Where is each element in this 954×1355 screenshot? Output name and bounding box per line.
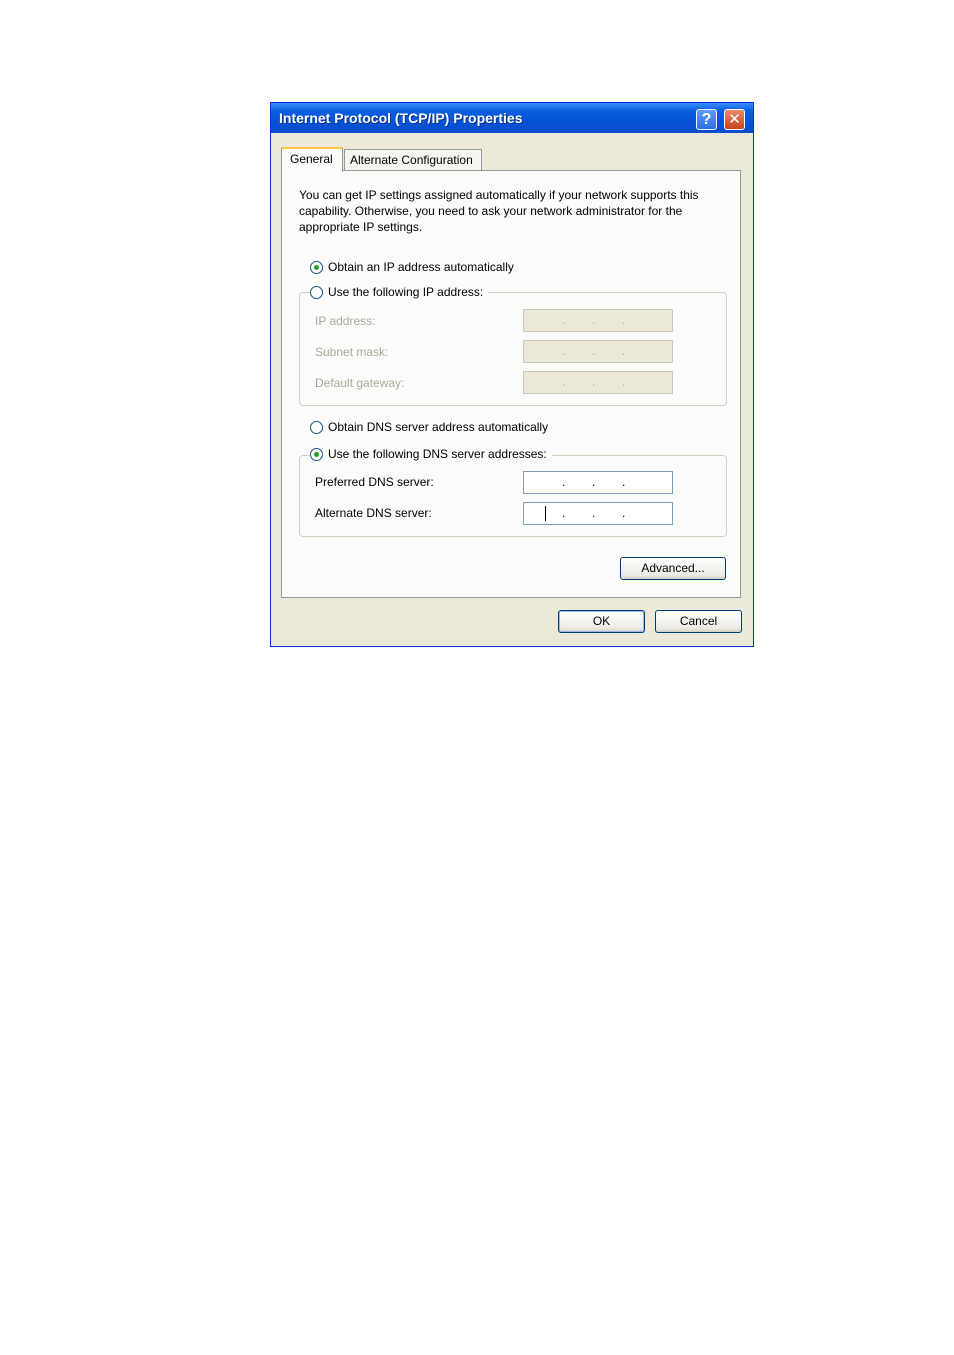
window-title: Internet Protocol (TCP/IP) Properties (279, 110, 523, 126)
default-gateway-value: . . . (562, 375, 626, 389)
alternate-dns-input[interactable]: . . . (523, 502, 673, 525)
ip-address-label: IP address: (315, 314, 376, 328)
obtain-ip-auto-radio[interactable] (310, 261, 323, 274)
close-button[interactable]: ✕ (724, 109, 745, 130)
obtain-dns-auto-option[interactable]: Obtain DNS server address automatically (310, 419, 554, 435)
tcpip-properties-dialog: Internet Protocol (TCP/IP) Properties ? … (270, 102, 754, 647)
use-following-ip-label: Use the following IP address: (328, 285, 484, 299)
obtain-ip-auto-label: Obtain an IP address automatically (328, 260, 514, 274)
use-following-dns-label: Use the following DNS server addresses: (328, 447, 547, 461)
ok-button[interactable]: OK (558, 610, 645, 633)
obtain-dns-auto-label: Obtain DNS server address automatically (328, 420, 549, 434)
alternate-dns-label: Alternate DNS server: (315, 506, 432, 520)
help-button[interactable]: ? (696, 109, 717, 130)
use-following-ip-option[interactable]: Use the following IP address: (310, 284, 489, 300)
subnet-mask-label: Subnet mask: (315, 345, 389, 359)
preferred-dns-input[interactable]: . . . (523, 471, 673, 494)
text-caret (545, 506, 546, 521)
ip-address-input[interactable]: . . . (523, 309, 673, 332)
cancel-button[interactable]: Cancel (655, 610, 742, 633)
default-gateway-label: Default gateway: (315, 376, 405, 390)
advanced-button[interactable]: Advanced... (620, 557, 726, 580)
tab-alternate-configuration[interactable]: Alternate Configuration (344, 149, 482, 171)
subnet-mask-value: . . . (562, 344, 626, 358)
tab-general[interactable]: General (281, 147, 343, 172)
use-following-dns-radio[interactable] (310, 448, 323, 461)
intro-text: You can get IP settings assigned automat… (299, 188, 699, 234)
alternate-dns-separators: . . . (562, 506, 626, 520)
obtain-ip-auto-option[interactable]: Obtain an IP address automatically (310, 259, 519, 275)
use-following-ip-radio[interactable] (310, 286, 323, 299)
title-bar[interactable]: Internet Protocol (TCP/IP) Properties ? … (271, 103, 753, 133)
obtain-dns-auto-radio[interactable] (310, 421, 323, 434)
preferred-dns-separators: . . . (562, 475, 626, 489)
use-following-dns-option[interactable]: Use the following DNS server addresses: (310, 446, 552, 462)
subnet-mask-input[interactable]: . . . (523, 340, 673, 363)
default-gateway-input[interactable]: . . . (523, 371, 673, 394)
ip-address-value: . . . (562, 313, 626, 327)
preferred-dns-label: Preferred DNS server: (315, 475, 434, 489)
